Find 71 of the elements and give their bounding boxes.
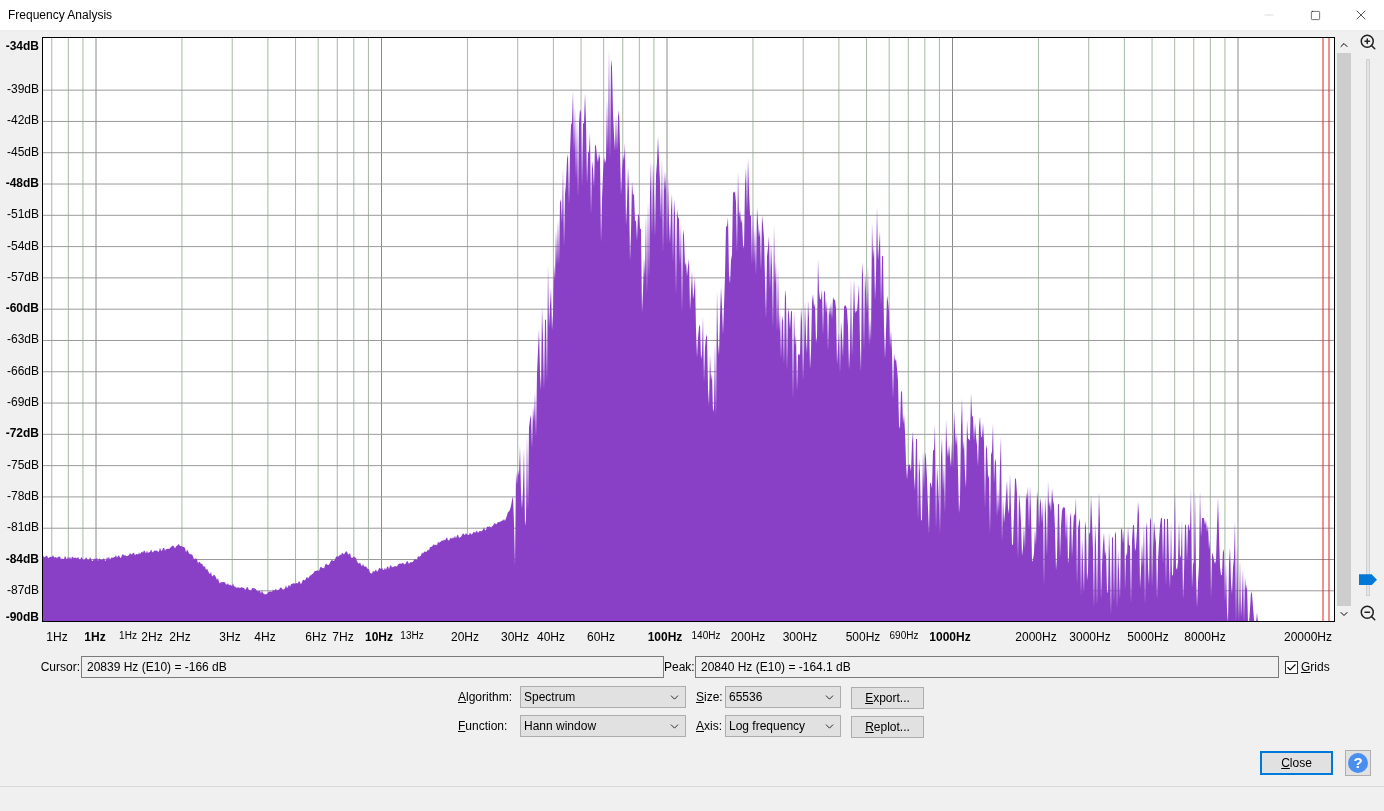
y-axis-label: -90dB	[5, 610, 39, 624]
x-axis-label: 5000Hz	[1127, 629, 1169, 646]
x-axis-label: 2Hz	[141, 629, 163, 646]
y-axis-label: -78dB	[6, 488, 39, 503]
x-axis-label: 1Hz	[84, 629, 106, 646]
check-icon	[1286, 661, 1297, 673]
grids-checkbox[interactable]	[1285, 660, 1298, 674]
cursor-label: Cursor:	[39, 659, 81, 676]
size-dropdown[interactable]: 65536	[725, 686, 841, 708]
x-axis-label: 6Hz	[305, 629, 327, 646]
y-axis-label: -63dB	[6, 332, 39, 347]
y-axis-label: -45dB	[6, 144, 39, 159]
x-axis-label: 500Hz	[845, 629, 881, 646]
maximize-icon	[1309, 9, 1321, 21]
y-axis-label: -60dB	[5, 301, 39, 316]
x-axis-label: 4Hz	[254, 629, 276, 646]
cursor-readout-field: 20839 Hz (E10) = -166 dB	[81, 656, 664, 678]
algorithm-label: Algorithm:	[458, 689, 514, 706]
y-axis-label: -75dB	[6, 457, 39, 472]
y-axis-label: -39dB	[6, 82, 39, 97]
x-axis-label: 690Hz	[889, 629, 919, 643]
x-axis-label: 8000Hz	[1184, 629, 1226, 646]
y-axis-label: -51dB	[6, 207, 39, 222]
peak-label: Peak:	[664, 659, 695, 676]
y-axis-label: -66dB	[6, 363, 39, 378]
x-axis-label: 3Hz	[219, 629, 241, 646]
function-dropdown[interactable]: Hann window	[520, 715, 686, 737]
x-axis-label: 30Hz	[501, 629, 529, 646]
x-axis-label: 1Hz	[119, 629, 137, 643]
y-axis-label: -48dB	[5, 176, 39, 190]
x-axis-label: 7Hz	[332, 629, 354, 646]
zoom-slider[interactable]	[1359, 59, 1377, 596]
peak-readout-field: 20840 Hz (E10) = -164.1 dB	[695, 656, 1279, 678]
axis-dropdown[interactable]: Log frequency	[725, 715, 841, 737]
y-axis-label: -72dB	[5, 426, 39, 441]
grids-label: Grids	[1301, 659, 1330, 676]
y-axis-label: -42dB	[6, 113, 39, 128]
x-axis-label: 100Hz	[647, 629, 683, 646]
window-title: Frequency Analysis	[7, 7, 113, 24]
x-axis-label: 2000Hz	[1015, 629, 1057, 646]
x-axis-label: 2Hz	[169, 629, 191, 646]
zoom-slider-thumb[interactable]	[1359, 574, 1377, 586]
close-button[interactable]: Close	[1260, 751, 1333, 775]
x-axis-label: 300Hz	[782, 629, 818, 646]
export-button[interactable]: Export...	[851, 687, 924, 709]
axis-label: Axis:	[696, 718, 723, 735]
x-axis-label: 200Hz	[730, 629, 766, 646]
x-axis-label: 1Hz	[46, 629, 68, 646]
x-axis-label: 60Hz	[587, 629, 615, 646]
y-axis-label: -69dB	[6, 395, 39, 410]
zoom-out-icon[interactable]	[1359, 604, 1377, 622]
x-axis-label: 10Hz	[365, 629, 393, 646]
y-axis-label: -84dB	[5, 551, 39, 566]
scrollbar-thumb[interactable]	[1336, 53, 1351, 606]
x-axis-label: 1000Hz	[929, 629, 971, 646]
x-axis-label: 3000Hz	[1069, 629, 1111, 646]
y-axis-label: -54dB	[6, 238, 39, 253]
x-axis-label: 140Hz	[691, 629, 721, 643]
x-axis-label: 13Hz	[400, 629, 424, 643]
y-axis-label: -87dB	[6, 582, 39, 597]
x-axis-label: 20Hz	[451, 629, 479, 646]
zoom-in-icon[interactable]	[1359, 33, 1377, 51]
replot-button[interactable]: Replot...	[851, 716, 924, 738]
x-axis-label: 40Hz	[537, 629, 565, 646]
y-axis-label: -34dB	[5, 39, 39, 53]
y-axis-label: -81dB	[6, 520, 39, 535]
function-label: Function:	[458, 718, 509, 735]
x-axis-label: 20000Hz	[1284, 629, 1332, 646]
y-axis-label: -57dB	[6, 269, 39, 284]
size-label: Size:	[696, 689, 724, 706]
algorithm-dropdown[interactable]: Spectrum	[520, 686, 686, 708]
